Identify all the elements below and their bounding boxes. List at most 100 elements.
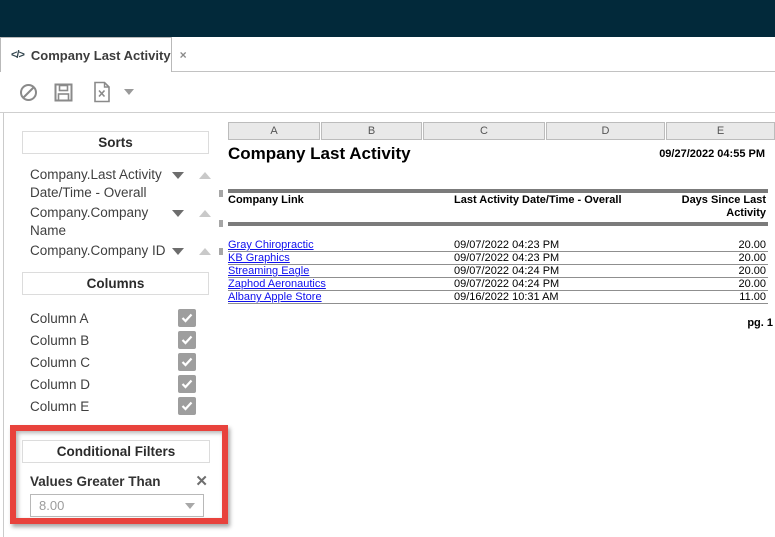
- column-toggle-row: Column E: [30, 397, 196, 415]
- column-header-company-link: Company Link: [228, 194, 438, 207]
- column-d-checkbox[interactable]: [178, 375, 196, 393]
- report-title-row: Company Last Activity 09/27/2022 04:55 P…: [228, 144, 768, 164]
- table-row: Albany Apple Store 09/16/2022 10:31 AM 1…: [228, 291, 768, 304]
- sidebar-left-border: [3, 113, 4, 537]
- column-label: Column D: [30, 377, 90, 392]
- page-number: pg. 1: [747, 317, 773, 329]
- sorts-section-header: Sorts: [22, 131, 209, 154]
- last-activity-cell: 09/07/2022 04:23 PM: [454, 239, 559, 251]
- column-toggle-row: Column C: [30, 353, 196, 371]
- sort-item-label: Company.Last Activity Date/Time - Overal…: [30, 166, 170, 201]
- sort-item-label: Company.Company ID: [30, 242, 170, 260]
- report-title: Company Last Activity: [228, 144, 411, 164]
- block-icon: [19, 83, 38, 102]
- caret-down-icon: [185, 503, 195, 509]
- table-rule-top: [228, 189, 768, 193]
- days-since-cell: 20.00: [738, 265, 766, 277]
- sort-row-grip: [219, 220, 223, 227]
- save-icon: [54, 83, 73, 102]
- table-row: Gray Chiropractic 09/07/2022 04:23 PM 20…: [228, 239, 768, 252]
- checkmark-icon: [181, 379, 193, 389]
- days-since-cell: 20.00: [738, 252, 766, 264]
- sort-row-grip: [219, 248, 223, 255]
- last-activity-cell: 09/07/2022 04:24 PM: [454, 278, 559, 290]
- checkmark-icon: [181, 401, 193, 411]
- export-excel-button[interactable]: [87, 81, 117, 103]
- sort-item-company-name[interactable]: Company.Company Name: [30, 204, 214, 239]
- filter-value-select[interactable]: 8.00: [30, 494, 204, 517]
- sorts-list: Company.Last Activity Date/Time - Overal…: [30, 166, 214, 263]
- sort-ascending-icon[interactable]: [199, 248, 211, 255]
- column-c-checkbox[interactable]: [178, 353, 196, 371]
- checkmark-icon: [181, 357, 193, 367]
- column-b-checkbox[interactable]: [178, 331, 196, 349]
- column-toggle-row: Column A: [30, 309, 196, 327]
- columns-list: Column A Column B Column C Column D: [30, 309, 196, 419]
- days-since-cell: 11.00: [739, 291, 766, 303]
- sort-descending-icon[interactable]: [172, 210, 184, 217]
- column-label: Column C: [30, 355, 90, 370]
- column-label: Column B: [30, 333, 89, 348]
- sort-item-last-activity[interactable]: Company.Last Activity Date/Time - Overal…: [30, 166, 214, 201]
- table-rule-bottom: [228, 222, 768, 226]
- column-header-last-activity: Last Activity Date/Time - Overall: [454, 194, 634, 207]
- checkmark-icon: [181, 313, 193, 323]
- sort-descending-icon[interactable]: [172, 172, 184, 179]
- sort-ascending-icon[interactable]: [199, 210, 211, 217]
- sort-ascending-icon[interactable]: [199, 172, 211, 179]
- tab-label: Company Last Activity: [31, 48, 171, 63]
- column-header-days-since: Days Since Last Activity: [676, 194, 766, 220]
- caret-down-icon: [124, 89, 134, 95]
- filter-value: 8.00: [39, 498, 64, 513]
- column-a-checkbox[interactable]: [178, 309, 196, 327]
- filter-label: Values Greater Than: [30, 474, 161, 489]
- sort-item-label: Company.Company Name: [30, 204, 170, 239]
- days-since-cell: 20.00: [738, 239, 766, 251]
- sheet-column-header: A: [228, 122, 320, 140]
- sheet-column-header: D: [546, 122, 665, 140]
- company-link[interactable]: KB Graphics: [228, 252, 290, 264]
- table-body: Gray Chiropractic 09/07/2022 04:23 PM 20…: [228, 239, 768, 304]
- table-row: Zaphod Aeronautics 09/07/2022 04:24 PM 2…: [228, 278, 768, 291]
- tab-company-last-activity[interactable]: </> Company Last Activity ×: [0, 37, 172, 72]
- excel-export-icon: [92, 81, 112, 103]
- conditional-filters-section-header: Conditional Filters: [22, 440, 210, 463]
- column-label: Column A: [30, 311, 89, 326]
- report-preview: A B C D E Company Last Activity 09/27/20…: [228, 113, 775, 537]
- report-timestamp: 09/27/2022 04:55 PM: [659, 148, 768, 160]
- columns-section-header: Columns: [22, 272, 209, 295]
- last-activity-cell: 09/07/2022 04:23 PM: [454, 252, 559, 264]
- remove-filter-icon[interactable]: ✕: [195, 475, 208, 489]
- tab-close-icon[interactable]: ×: [180, 48, 187, 62]
- report-settings-sidebar: Sorts Company.Last Activity Date/Time - …: [0, 113, 228, 537]
- top-navigation-bar: [0, 0, 775, 37]
- company-link[interactable]: Albany Apple Store: [228, 291, 322, 303]
- table-row: KB Graphics 09/07/2022 04:23 PM 20.00: [228, 252, 768, 265]
- company-link[interactable]: Streaming Eagle: [228, 265, 309, 277]
- toolbar: [0, 72, 775, 113]
- table-header-row: Company Link Last Activity Date/Time - O…: [228, 194, 768, 221]
- company-link[interactable]: Gray Chiropractic: [228, 239, 314, 251]
- column-label: Column E: [30, 399, 89, 414]
- sheet-column-header: E: [666, 122, 775, 140]
- filter-row: Values Greater Than ✕: [30, 474, 208, 489]
- sort-descending-icon[interactable]: [172, 248, 184, 255]
- last-activity-cell: 09/07/2022 04:24 PM: [454, 265, 559, 277]
- column-toggle-row: Column D: [30, 375, 196, 393]
- checkmark-icon: [181, 335, 193, 345]
- sort-item-company-id[interactable]: Company.Company ID: [30, 242, 214, 260]
- sheet-column-header: C: [423, 122, 545, 140]
- export-options-button[interactable]: [122, 81, 136, 103]
- last-activity-cell: 09/16/2022 10:31 AM: [454, 291, 559, 303]
- column-e-checkbox[interactable]: [178, 397, 196, 415]
- block-button[interactable]: [17, 81, 39, 103]
- save-button[interactable]: [52, 81, 74, 103]
- sort-row-grip: [219, 190, 223, 197]
- sheet-column-bar: A B C D E: [228, 122, 775, 140]
- company-link[interactable]: Zaphod Aeronautics: [228, 278, 326, 290]
- app-window: </> Company Last Activity ×: [0, 0, 775, 537]
- column-toggle-row: Column B: [30, 331, 196, 349]
- code-icon: </>: [11, 49, 24, 61]
- table-row: Streaming Eagle 09/07/2022 04:24 PM 20.0…: [228, 265, 768, 278]
- annotation-highlight: Conditional Filters Values Greater Than …: [10, 425, 228, 524]
